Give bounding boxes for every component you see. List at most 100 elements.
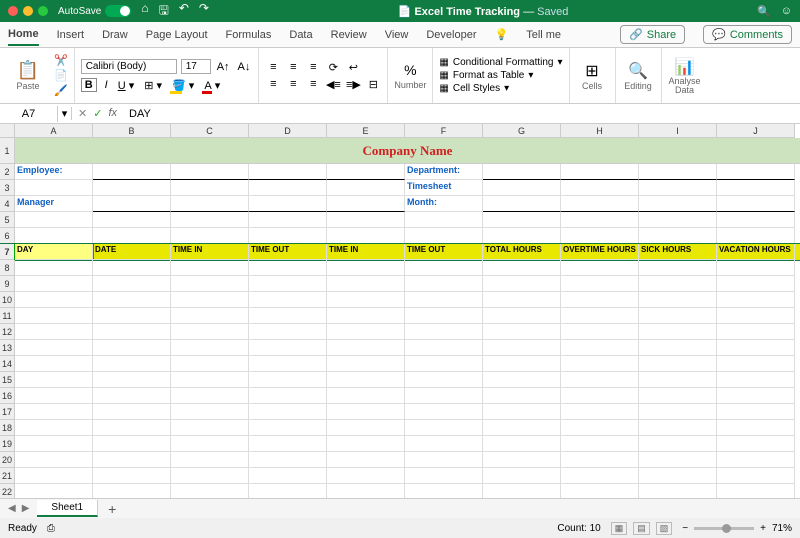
row-header[interactable]: 6: [0, 228, 15, 244]
row-header[interactable]: 13: [0, 340, 15, 356]
table-row[interactable]: 20: [0, 452, 800, 468]
row-header[interactable]: 16: [0, 388, 15, 404]
table-row[interactable]: 11: [0, 308, 800, 324]
row-header[interactable]: 10: [0, 292, 15, 308]
table-row[interactable]: 14: [0, 356, 800, 372]
col-header[interactable]: D: [249, 124, 327, 138]
table-row[interactable]: 2 Employee: Department:: [0, 164, 800, 180]
row-header[interactable]: 4: [0, 196, 15, 212]
table-row[interactable]: 7 DAY DATE TIME IN TIME OUT TIME IN TIME…: [0, 244, 800, 260]
wrap-text-icon[interactable]: ↩: [345, 61, 361, 74]
page-break-view-icon[interactable]: ▧: [656, 522, 673, 535]
fx-icon[interactable]: fx: [108, 107, 117, 120]
formula-input[interactable]: DAY: [123, 108, 800, 120]
row-header[interactable]: 22: [0, 484, 15, 498]
table-row[interactable]: 6: [0, 228, 800, 244]
table-row[interactable]: 1 Company Name: [0, 138, 800, 164]
orientation-icon[interactable]: ⟳: [325, 61, 341, 74]
row-header[interactable]: 7: [0, 244, 15, 260]
name-box-dropdown[interactable]: ▾: [58, 107, 72, 120]
row-header[interactable]: 11: [0, 308, 15, 324]
analyse-data-button[interactable]: 📊 Analyse Data: [662, 48, 708, 103]
save-icon[interactable]: 🖫: [159, 1, 169, 22]
increase-font-icon[interactable]: A↑: [215, 61, 232, 73]
row-header[interactable]: 21: [0, 468, 15, 484]
zoom-percent[interactable]: 71%: [772, 523, 792, 534]
table-row[interactable]: 5: [0, 212, 800, 228]
table-row[interactable]: 4 Manager Month:: [0, 196, 800, 212]
editing-button[interactable]: 🔍 Editing: [616, 48, 662, 103]
row-header[interactable]: 9: [0, 276, 15, 292]
tab-review[interactable]: Review: [331, 25, 367, 45]
redo-icon[interactable]: ↷: [199, 1, 209, 22]
copy-icon[interactable]: 📄: [54, 69, 68, 82]
font-color-button[interactable]: A ▾: [202, 79, 222, 92]
decrease-indent-icon[interactable]: ◀≡: [325, 78, 341, 91]
last-sheet-icon[interactable]: ▶: [22, 503, 30, 514]
align-right-icon[interactable]: ≡: [305, 78, 321, 91]
zoom-slider[interactable]: [694, 527, 754, 530]
merge-icon[interactable]: ⊟: [365, 78, 381, 91]
table-row[interactable]: 12: [0, 324, 800, 340]
cells-button[interactable]: ⊞ Cells: [570, 48, 616, 103]
close-window-icon[interactable]: [8, 6, 18, 16]
format-painter-icon[interactable]: 🖌️: [54, 84, 68, 97]
row-header[interactable]: 20: [0, 452, 15, 468]
page-layout-view-icon[interactable]: ▤: [633, 522, 650, 535]
underline-button[interactable]: U ▾: [116, 79, 137, 92]
font-size-input[interactable]: [181, 59, 211, 74]
table-row[interactable]: 3Timesheet: [0, 180, 800, 196]
share-button[interactable]: 🔗 Share: [620, 25, 685, 44]
tellme[interactable]: Tell me: [526, 25, 561, 45]
italic-button[interactable]: I: [103, 79, 110, 91]
col-header[interactable]: E: [327, 124, 405, 138]
col-header[interactable]: G: [483, 124, 561, 138]
row-header[interactable]: 15: [0, 372, 15, 388]
table-row[interactable]: 15: [0, 372, 800, 388]
zoom-in-button[interactable]: +: [760, 523, 766, 534]
align-top-icon[interactable]: ≡: [265, 61, 281, 74]
home-icon[interactable]: ⌂: [141, 1, 148, 22]
row-header[interactable]: 5: [0, 212, 15, 228]
first-sheet-icon[interactable]: ◀: [8, 503, 16, 514]
sheet-tab-sheet1[interactable]: Sheet1: [37, 500, 98, 517]
col-header[interactable]: B: [93, 124, 171, 138]
table-row[interactable]: 19: [0, 436, 800, 452]
conditional-formatting-button[interactable]: ▦ Conditional Formatting ▾: [439, 57, 562, 68]
align-left-icon[interactable]: ≡: [265, 78, 281, 91]
cancel-formula-icon[interactable]: ✕: [78, 107, 87, 120]
row-header[interactable]: 14: [0, 356, 15, 372]
spreadsheet-grid[interactable]: A B C D E F G H I J 1 Company Name 2 Emp…: [0, 124, 800, 498]
col-header[interactable]: F: [405, 124, 483, 138]
align-bottom-icon[interactable]: ≡: [305, 61, 321, 74]
row-header[interactable]: 2: [0, 164, 15, 180]
borders-button[interactable]: ⊞ ▾: [142, 79, 164, 92]
align-middle-icon[interactable]: ≡: [285, 61, 301, 74]
tab-draw[interactable]: Draw: [102, 25, 128, 45]
tab-home[interactable]: Home: [8, 24, 39, 46]
minimize-window-icon[interactable]: [23, 6, 33, 16]
col-header[interactable]: J: [717, 124, 795, 138]
row-header[interactable]: 17: [0, 404, 15, 420]
tab-data[interactable]: Data: [289, 25, 312, 45]
tab-insert[interactable]: Insert: [57, 25, 85, 45]
cut-icon[interactable]: ✂️: [54, 54, 68, 67]
row-header[interactable]: 3: [0, 180, 15, 196]
table-row[interactable]: 22: [0, 484, 800, 498]
font-name-input[interactable]: [81, 59, 177, 74]
select-all-corner[interactable]: [0, 124, 15, 138]
emoji-icon[interactable]: ☺: [781, 5, 792, 18]
undo-icon[interactable]: ↶: [179, 1, 189, 22]
table-row[interactable]: 13: [0, 340, 800, 356]
zoom-out-button[interactable]: −: [682, 523, 688, 534]
row-header[interactable]: 18: [0, 420, 15, 436]
col-header[interactable]: A: [15, 124, 93, 138]
col-header[interactable]: C: [171, 124, 249, 138]
tab-developer[interactable]: Developer: [426, 25, 476, 45]
paste-button[interactable]: 📋 Paste: [6, 50, 50, 101]
bold-button[interactable]: B: [81, 78, 97, 92]
zoom-window-icon[interactable]: [38, 6, 48, 16]
comments-button[interactable]: 💬 Comments: [703, 25, 792, 44]
confirm-formula-icon[interactable]: ✓: [93, 107, 102, 120]
cell-styles-button[interactable]: ▦ Cell Styles ▾: [439, 83, 562, 94]
